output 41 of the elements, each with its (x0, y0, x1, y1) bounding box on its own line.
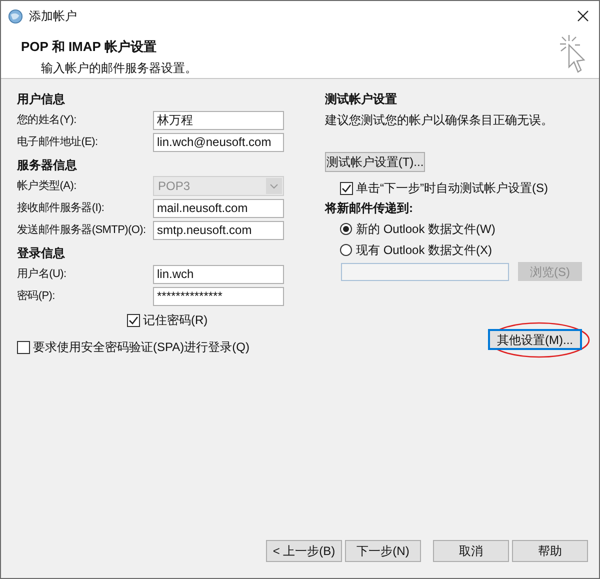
checkbox-label: 记住密码(R) (143, 312, 208, 329)
input-field[interactable]: 林万程 (153, 110, 284, 130)
input-field[interactable]: smtp.neusoft.com (153, 220, 284, 240)
checkbox[interactable] (17, 340, 30, 354)
test-description: 建议您测试您的帐户以确保条目正确无误。 (325, 112, 554, 129)
section-heading: 将新邮件传递到: (325, 200, 414, 217)
section-heading: 测试帐户设置 (325, 91, 398, 108)
section-heading: 登录信息 (17, 245, 66, 262)
globe-icon (8, 8, 23, 24)
field-label: 密码(P): (17, 288, 56, 304)
checkbox[interactable] (340, 182, 353, 194)
more-settings-button[interactable]: 其他设置(M)... (488, 329, 582, 350)
field-label: 电子邮件地址(E): (17, 134, 99, 150)
test-account-button[interactable]: 测试帐户设置(T)... (325, 152, 425, 172)
footer-button[interactable]: 下一步(N) (345, 540, 421, 562)
footer-button[interactable]: < 上一步(B) (266, 540, 342, 562)
header-subtitle: 输入帐户的邮件服务器设置。 (41, 60, 198, 76)
input-field[interactable]: mail.neusoft.com (153, 198, 284, 218)
radio-label: 新的 Outlook 数据文件(W) (356, 221, 496, 238)
input-field[interactable]: lin.wch (153, 264, 284, 284)
field-label: 帐户类型(A): (17, 178, 78, 194)
field-label: 您的姓名(Y): (17, 112, 78, 128)
field-label: 用户名(U): (17, 266, 68, 282)
checkbox-label: 要求使用安全密码验证(SPA)进行登录(Q) (33, 339, 250, 356)
radio-button[interactable] (340, 244, 352, 256)
window-title: 添加帐户 (29, 8, 77, 25)
field-label: 接收邮件服务器(I): (17, 200, 106, 216)
section-heading: 用户信息 (17, 91, 66, 108)
footer-button[interactable]: 帮助 (512, 540, 588, 562)
radio-button[interactable] (340, 223, 352, 235)
footer-button[interactable]: 取消 (433, 540, 509, 562)
section-heading: 服务器信息 (17, 157, 78, 174)
close-icon[interactable] (577, 10, 589, 22)
radio-label: 现有 Outlook 数据文件(X) (356, 242, 492, 259)
field-label: 发送邮件服务器(SMTP)(O): (17, 222, 147, 238)
file-path-field[interactable] (341, 262, 509, 280)
password-field[interactable]: ************** (153, 286, 284, 306)
header-title: POP 和 IMAP 帐户设置 (21, 38, 158, 56)
checkbox-label: 单击“下一步”时自动测试帐户设置(S) (356, 180, 548, 197)
checkbox[interactable] (127, 314, 140, 326)
input-field[interactable]: lin.wch@neusoft.com (153, 132, 284, 152)
